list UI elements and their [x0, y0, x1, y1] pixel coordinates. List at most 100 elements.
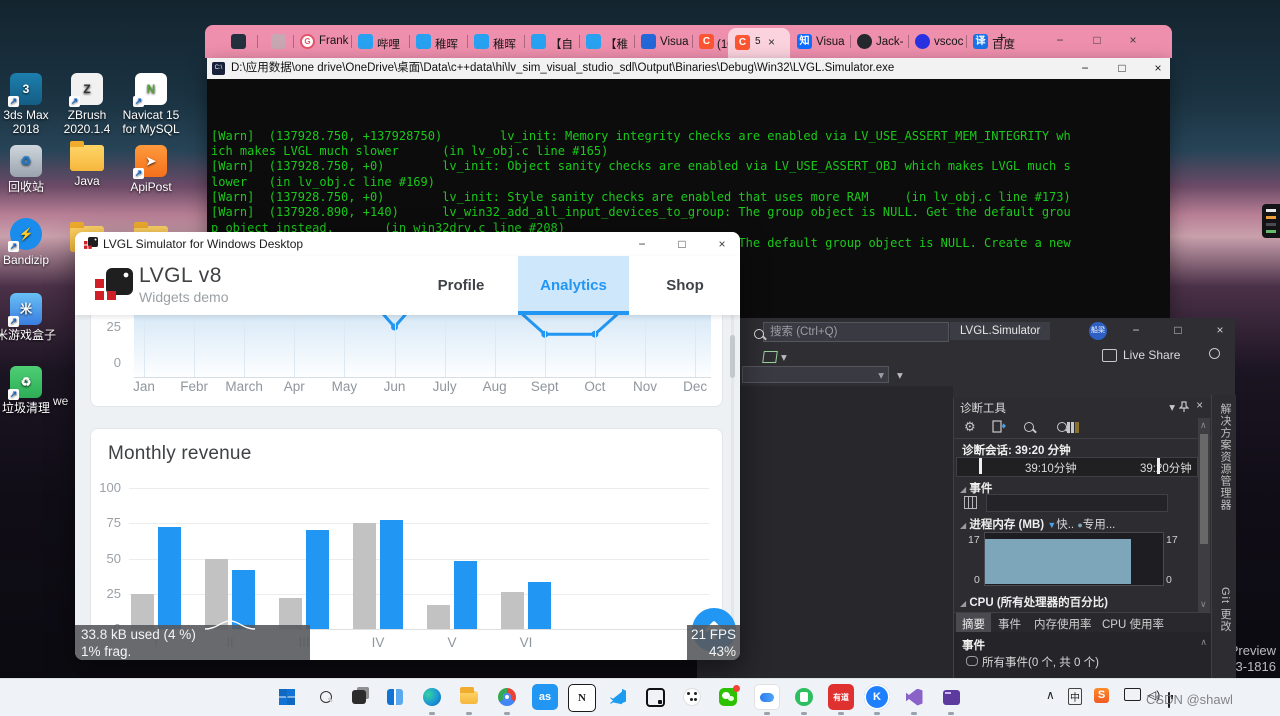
edge-button[interactable] [419, 684, 445, 710]
dropdown-icon[interactable]: ▾ [897, 368, 903, 382]
tab-git-changes[interactable]: Git 更改 [1217, 587, 1233, 632]
bilibili-tv-icon[interactable] [416, 34, 431, 49]
csdn-icon[interactable]: C [699, 34, 714, 49]
translate-icon[interactable]: 译 [973, 34, 988, 49]
tab-label[interactable]: 稚晖 [493, 36, 527, 52]
desktop-icon-cleaner[interactable]: ♻↗ 垃圾清理 [0, 366, 58, 415]
terminal-app-button[interactable] [938, 684, 964, 710]
widgets-button[interactable] [382, 684, 408, 710]
vs-account-avatar[interactable]: 船梁 [1089, 322, 1107, 340]
desktop-icon-apipost[interactable]: ➤↗ ApiPost [119, 145, 183, 194]
all-events-link[interactable]: 所有事件(0 个, 共 0 个) [982, 654, 1099, 670]
scrollbar-thumb[interactable] [1200, 434, 1208, 544]
vs-maximize-button[interactable]: □ [1161, 323, 1195, 337]
desktop-icon-recycle-bin[interactable]: ♻ 回收站 [0, 145, 58, 194]
console-titlebar[interactable]: C:\ D:\应用数据\one drive\OneDrive\桌面\Data\c… [207, 58, 1170, 79]
dropdown-icon[interactable]: ▾ [781, 350, 787, 364]
github-icon[interactable] [857, 34, 872, 49]
keep-app-button[interactable]: K [864, 684, 890, 710]
desktop-icon-bandizip[interactable]: ⚡↗ Bandizip [0, 218, 58, 267]
lvgl-minimize-button[interactable]: − [625, 232, 659, 256]
vs-toolbar-combobox[interactable]: ▾ [742, 366, 889, 383]
live-share-button[interactable]: Live Share [1123, 348, 1180, 362]
browser-close-button[interactable]: × [1116, 33, 1150, 47]
visual-studio-button[interactable] [901, 684, 927, 710]
grid-site-icon[interactable] [641, 34, 656, 49]
tab-solution-explorer[interactable]: 解决方案资源管理器 [1217, 403, 1233, 511]
display-tray-icon[interactable] [1124, 688, 1141, 701]
chrome-button[interactable] [494, 684, 520, 710]
desktop-icon-navicat[interactable]: N↗ Navicat 15 for MySQL [119, 73, 183, 136]
ime-indicator[interactable]: 中 [1068, 688, 1082, 705]
scrollbar-thumb[interactable] [730, 335, 735, 378]
console-minimize-button[interactable]: − [1068, 58, 1102, 79]
browser-window-icon[interactable] [231, 34, 246, 49]
tab-cpu-usage[interactable]: CPU 使用率 [1102, 616, 1164, 632]
browser-minimize-button[interactable]: − [1043, 33, 1077, 47]
evernote-button[interactable] [791, 684, 817, 710]
cpu-section-header[interactable]: ◢ CPU (所有处理器的百分比) [960, 594, 1108, 610]
tab-memory-usage[interactable]: 内存使用率 [1034, 616, 1092, 632]
memory-section-header[interactable]: ◢ 进程内存 (MB) ▼快.. ●专用... [960, 516, 1115, 532]
tab-label[interactable]: vscoc [934, 36, 968, 48]
line-chart-plot[interactable] [134, 315, 711, 378]
tab-profile[interactable]: Profile [421, 256, 501, 315]
bilibili-tv-icon[interactable] [358, 34, 373, 49]
browser-tab-active[interactable]: C 5 × [728, 28, 790, 58]
wechat-button[interactable] [715, 684, 741, 710]
browser-maximize-button[interactable]: □ [1080, 33, 1114, 47]
gear-icon[interactable]: ⚙ [964, 419, 976, 435]
vscode-button[interactable] [605, 684, 631, 710]
diagnostics-header[interactable]: 诊断工具 ▾ × [954, 398, 1211, 416]
browser-muted-tab-icon[interactable] [271, 34, 286, 49]
desktop-icon-java[interactable]: Java [55, 141, 119, 188]
dropdown-icon[interactable]: ▾ [1169, 400, 1175, 414]
desktop-icon-zbrush[interactable]: Z↗ ZBrush 2020.1.4 [55, 73, 119, 136]
tab-label[interactable]: Visua [816, 36, 850, 48]
desktop-icon-game-box[interactable]: 米↗ 米游戏盒子 [0, 293, 58, 342]
bilibili-tv-icon[interactable] [586, 34, 601, 49]
baidu-icon[interactable] [915, 34, 930, 49]
debug-target-icon[interactable] [762, 351, 778, 363]
baidu-netdisk-button[interactable] [754, 684, 780, 710]
scroll-down-icon[interactable]: ∨ [1200, 599, 1207, 610]
zoom-out-icon[interactable] [1057, 422, 1067, 432]
close-tab-icon[interactable]: × [768, 35, 775, 49]
console-maximize-button[interactable]: □ [1105, 58, 1139, 79]
tab-analytics[interactable]: Analytics [518, 256, 629, 315]
start-button[interactable] [274, 684, 300, 710]
zoom-in-icon[interactable] [1024, 422, 1034, 432]
notion-button[interactable]: N [568, 684, 596, 712]
timeline-marker[interactable] [979, 458, 982, 474]
zhihu-icon[interactable]: 知 [797, 34, 812, 49]
tab-label[interactable]: Visua [660, 36, 694, 48]
search-button[interactable] [313, 684, 339, 710]
export-icon[interactable] [992, 420, 1006, 433]
tray-chevron-up-icon[interactable]: ∧ [1046, 688, 1055, 702]
tab-label[interactable]: 稚晖 [435, 36, 469, 52]
scroll-up-icon[interactable]: ∧ [1200, 637, 1207, 648]
lvgl-titlebar[interactable]: LVGL Simulator for Windows Desktop − □ × [75, 232, 740, 256]
chart-icon[interactable] [1067, 422, 1079, 433]
task-view-button[interactable] [346, 684, 372, 710]
square-app-button[interactable] [642, 684, 668, 710]
dots-app-button[interactable] [679, 684, 705, 710]
timeline-marker[interactable] [1157, 458, 1160, 474]
youdao-button[interactable]: 有道 [828, 684, 854, 710]
person-icon[interactable] [1209, 348, 1220, 359]
tab-events[interactable]: 事件 [998, 616, 1021, 632]
sogou-tray-icon[interactable]: S [1094, 688, 1109, 703]
diagnostics-timeline[interactable]: 39:10分钟 39:20分钟 [956, 457, 1198, 477]
lvgl-close-button[interactable]: × [705, 232, 739, 256]
desktop-icon-3dsmax[interactable]: 3↗ 3ds Max 2018 [0, 73, 58, 136]
bilibili-tv-icon[interactable] [474, 34, 489, 49]
cls-app-button[interactable]: as [532, 684, 558, 710]
vs-minimize-button[interactable]: − [1119, 323, 1153, 337]
vs-search-input[interactable]: 搜索 (Ctrl+Q) [763, 322, 949, 342]
bilibili-tv-icon[interactable] [531, 34, 546, 49]
console-close-button[interactable]: × [1141, 58, 1175, 79]
close-icon[interactable]: × [1196, 400, 1203, 412]
vs-close-button[interactable]: × [1203, 323, 1237, 337]
diagnostics-scrollbar[interactable]: ∧ ∨ [1198, 418, 1210, 612]
tab-label[interactable]: Jack- [876, 36, 910, 48]
